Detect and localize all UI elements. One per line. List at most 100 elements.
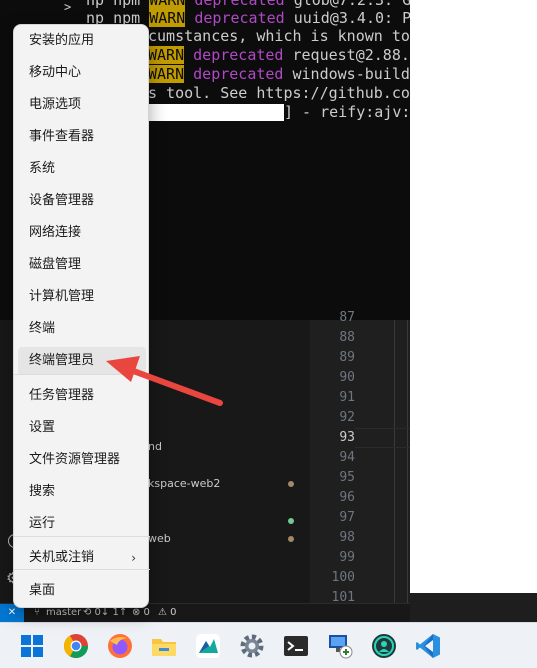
menu-item-label: 计算机管理 <box>29 289 95 304</box>
progress-bar <box>148 104 284 121</box>
menu-item[interactable]: 任务管理器 <box>18 382 146 410</box>
menu-item-label: 终端管理员 <box>29 353 95 368</box>
git-status-dot <box>288 536 294 542</box>
line-number: 94 <box>339 450 355 465</box>
terminal-line: cumstances, which is known to <box>148 27 410 46</box>
terminal-message: cumstances, which is known to <box>148 27 410 45</box>
teal-app-icon[interactable] <box>370 632 398 660</box>
explorer-tree-item[interactable]: web <box>148 532 171 545</box>
menu-item[interactable]: 电源选项 <box>18 91 146 119</box>
menu-item[interactable]: 关机或注销 › <box>18 544 146 572</box>
warn-badge: WARN <box>148 46 185 64</box>
menu-item[interactable]: 文件资源管理器 <box>18 446 146 474</box>
terminal-chevron: > <box>64 0 72 14</box>
deprecated-label: deprecated <box>194 0 285 9</box>
terminal-message: glob@7.2.3: G <box>284 0 410 9</box>
menu-item-label: 运行 <box>29 516 56 531</box>
menu-item-label: 磁盘管理 <box>29 257 82 272</box>
taskbar <box>0 622 537 668</box>
terminal-line: WARN deprecated request@2.88.2 <box>148 46 410 65</box>
menu-item-label: 桌面 <box>29 583 56 598</box>
menu-item-label: 电源选项 <box>29 97 82 112</box>
warn-badge: WARN <box>149 9 186 27</box>
line-number-gutter: 87 88 89 90 91 92 93 94 95 96 97 98 99 100 101 <box>310 310 410 605</box>
menu-item[interactable]: 终端管理员 <box>18 347 146 375</box>
menu-item[interactable]: 设备管理器 <box>18 187 146 215</box>
deprecated-label: deprecated <box>194 9 285 27</box>
app-icon[interactable] <box>194 632 222 660</box>
current-line-highlight <box>355 428 410 448</box>
menu-item[interactable]: 事件查看器 <box>18 123 146 151</box>
terminal-prefix: np npm <box>86 0 150 9</box>
line-number: 91 <box>339 390 355 405</box>
menu-separator <box>14 374 150 375</box>
menu-item[interactable]: 终端 <box>18 315 146 343</box>
firefox-icon[interactable] <box>106 632 134 660</box>
menu-item-label: 任务管理器 <box>29 388 95 403</box>
windows-start-icon[interactable] <box>18 632 46 660</box>
menu-item[interactable]: 搜索 <box>18 478 146 506</box>
menu-item[interactable]: 磁盘管理 <box>18 251 146 279</box>
winx-context-menu: 安装的应用移动中心电源选项事件查看器系统设备管理器网络连接磁盘管理计算机管理终端… <box>13 24 150 608</box>
git-branch-icon: ⑂ <box>34 607 40 618</box>
menu-item-label: 系统 <box>29 161 56 176</box>
line-number: 90 <box>339 370 355 385</box>
git-status-dot <box>288 481 294 487</box>
terminal-message: s tool. See https://github.com <box>148 84 410 102</box>
terminal-message: uuid@3.4.0: P <box>284 9 410 27</box>
menu-separator <box>14 569 150 570</box>
line-number: 93 <box>339 430 355 445</box>
menu-item-label: 设置 <box>29 420 56 435</box>
line-number: 88 <box>339 330 355 345</box>
git-status-dot <box>288 518 294 524</box>
deprecated-label: deprecated <box>193 46 284 64</box>
line-number: 100 <box>331 570 355 585</box>
deprecated-label: deprecated <box>193 65 284 83</box>
menu-item[interactable]: 移动中心 <box>18 59 146 87</box>
menu-item-label: 搜索 <box>29 484 56 499</box>
line-number: 92 <box>339 410 355 425</box>
menu-item[interactable]: 桌面 <box>18 577 146 605</box>
terminal-line: s tool. See https://github.com <box>148 84 410 103</box>
explorer-tree-item[interactable]: nd <box>148 440 162 453</box>
explorer-tree-item[interactable]: kspace-web2 <box>148 477 220 490</box>
menu-item-label: 关机或注销 <box>29 550 95 565</box>
menu-item[interactable]: 计算机管理 <box>18 283 146 311</box>
menu-item-label: 文件资源管理器 <box>29 452 121 467</box>
menu-item[interactable]: 网络连接 <box>18 219 146 247</box>
menu-item[interactable]: 设置 <box>18 414 146 442</box>
menu-item-label: 终端 <box>29 321 56 336</box>
indent-guide <box>407 320 408 604</box>
terminal-icon[interactable] <box>282 632 310 660</box>
terminal-line: WARN deprecated windows-build- <box>148 65 410 84</box>
menu-item[interactable]: 系统 <box>18 155 146 183</box>
error-count[interactable]: ⊗ 0 <box>132 606 150 620</box>
file-explorer-icon[interactable] <box>150 632 178 660</box>
warning-count[interactable]: ⚠ 0 <box>158 606 177 620</box>
sync-status[interactable]: ⟲ 0↓ 1↑ <box>83 606 127 620</box>
chrome-icon[interactable] <box>62 632 90 660</box>
settings-gear-icon[interactable] <box>238 632 266 660</box>
background-window <box>410 0 537 593</box>
menu-item-label: 安装的应用 <box>29 33 95 48</box>
line-number: 87 <box>339 310 355 325</box>
warn-badge: WARN <box>149 0 186 9</box>
indent-guide <box>394 320 395 604</box>
menu-item[interactable]: 运行 <box>18 510 146 538</box>
menu-item-label: 移动中心 <box>29 65 82 80</box>
menu-separator <box>14 536 150 537</box>
remote-desktop-icon[interactable] <box>326 632 354 660</box>
terminal-message: windows-build- <box>283 65 410 83</box>
menu-item-label: 网络连接 <box>29 225 82 240</box>
line-number: 89 <box>339 350 355 365</box>
chevron-right-icon: › <box>131 551 136 565</box>
warn-badge: WARN <box>148 65 185 83</box>
line-number: 98 <box>339 530 355 545</box>
menu-item-label: 设备管理器 <box>29 193 95 208</box>
line-number: 97 <box>339 510 355 525</box>
branch-name[interactable]: master <box>46 606 81 620</box>
terminal-message: request@2.88.2 <box>283 46 410 64</box>
menu-item-label: 事件查看器 <box>29 129 95 144</box>
menu-item[interactable]: 安装的应用 <box>18 27 146 55</box>
vscode-icon[interactable] <box>414 632 442 660</box>
